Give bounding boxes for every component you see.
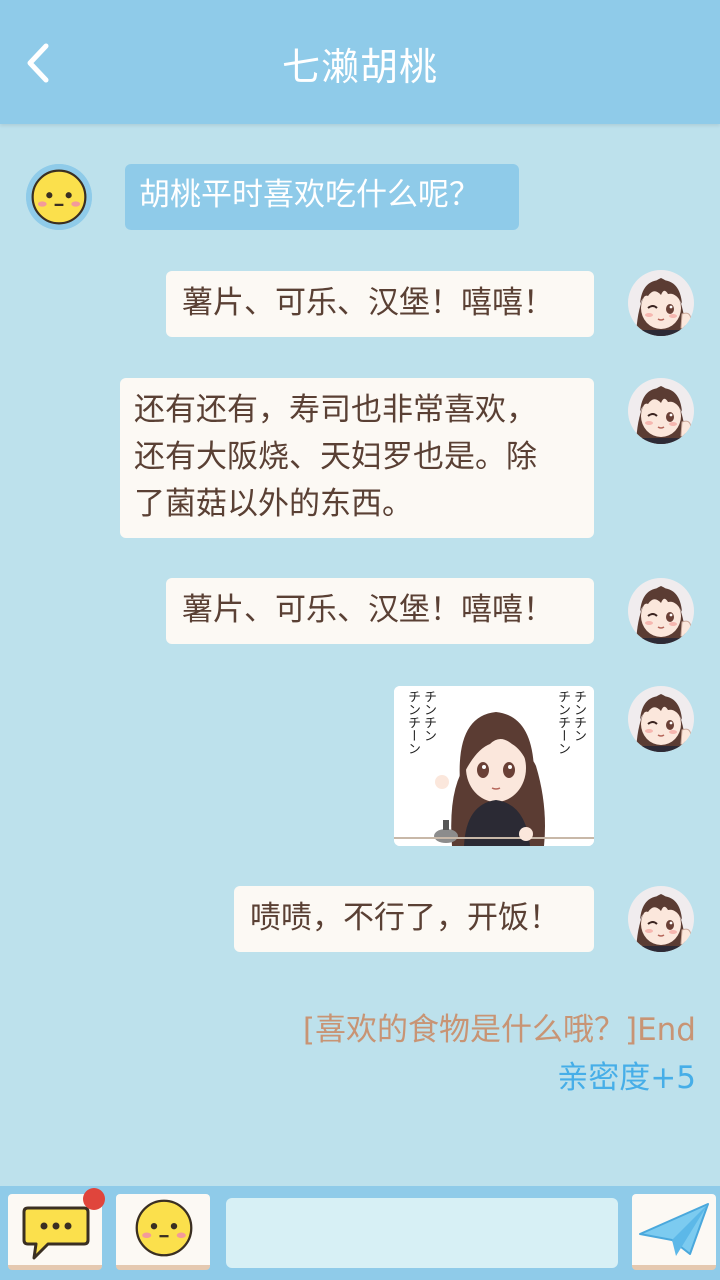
- message-bubble-user: 胡桃平时喜欢吃什么呢？: [125, 164, 519, 230]
- sticker-caption-right: チンチン チンチーン: [555, 690, 586, 755]
- notification-badge: [83, 1188, 105, 1210]
- message-bubble-character: 啧啧，不行了，开饭！: [234, 886, 594, 952]
- message-bubble-character: 薯片、可乐、汉堡！嘻嘻！: [166, 578, 594, 644]
- user-avatar[interactable]: [26, 164, 92, 230]
- message-bubble-character: 薯片、可乐、汉堡！嘻嘻！: [166, 271, 594, 337]
- top-bar: 七濑胡桃: [0, 0, 720, 124]
- message-line: 还有还有，寿司也非常喜欢，: [134, 392, 537, 428]
- character-avatar[interactable]: [628, 886, 694, 952]
- sticker-caption-left: チンチン チンチーン: [405, 690, 436, 755]
- character-avatar[interactable]: [628, 378, 694, 444]
- paper-plane-icon: [639, 1203, 709, 1256]
- character-avatar[interactable]: [628, 578, 694, 644]
- smiley-icon: [116, 1194, 210, 1266]
- message-input[interactable]: [226, 1198, 618, 1268]
- message-bubble-character: 还有还有，寿司也非常喜欢， 还有大阪烧、天妇罗也是。除 了菌菇以外的东西。: [120, 378, 594, 538]
- bottom-toolbar: [0, 1186, 720, 1280]
- page-title: 七濑胡桃: [281, 45, 438, 89]
- event-topic: [喜欢的食物是什么哦？]End: [302, 1012, 696, 1048]
- send-button[interactable]: [632, 1194, 716, 1270]
- message-line: 还有大阪烧、天妇罗也是。除: [134, 439, 537, 475]
- sticker-image[interactable]: チンチン チンチーン チンチン チンチーン: [394, 686, 594, 846]
- character-avatar[interactable]: [628, 686, 694, 752]
- character-avatar[interactable]: [628, 270, 694, 336]
- emoji-button[interactable]: [116, 1194, 210, 1270]
- message-line: 了菌菇以外的东西。: [134, 486, 413, 522]
- intimacy-bonus: 亲密度+5: [557, 1060, 696, 1096]
